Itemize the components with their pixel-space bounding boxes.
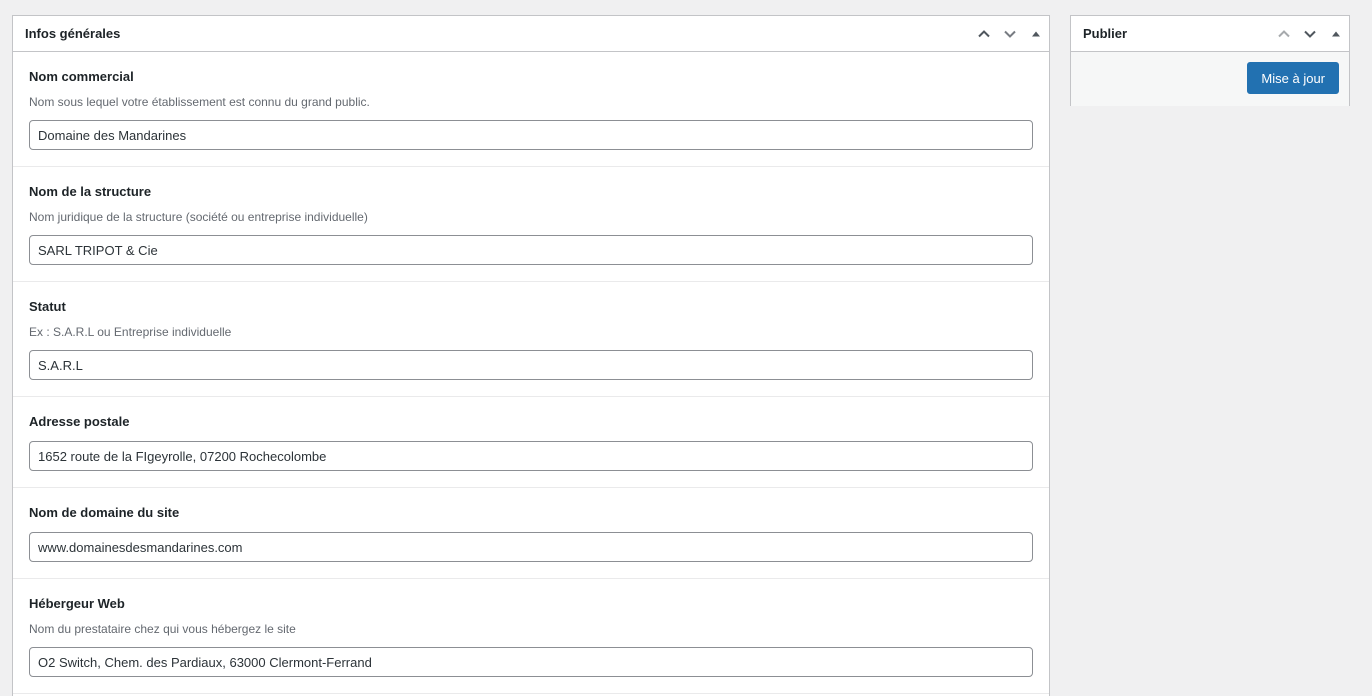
- nom-domaine-input[interactable]: [29, 532, 1033, 562]
- nom-commercial-input[interactable]: [29, 120, 1033, 150]
- infos-generales-metabox: Infos générales Nom commercial Nom sous …: [12, 15, 1050, 696]
- hebergeur-web-input[interactable]: [29, 647, 1033, 677]
- chevron-up-icon: [1278, 29, 1290, 37]
- field-label: Nom commercial: [29, 69, 134, 84]
- field-label: Statut: [29, 299, 66, 314]
- publish-title: Publier: [1083, 26, 1128, 41]
- move-down-button[interactable]: [1297, 16, 1323, 52]
- chevron-down-icon: [1304, 30, 1316, 38]
- field-nom-commercial: Nom commercial Nom sous lequel votre éta…: [13, 52, 1049, 167]
- field-nom-domaine: Nom de domaine du site: [13, 488, 1049, 579]
- toggle-panel-button[interactable]: [1023, 16, 1049, 52]
- metabox-header: Publier: [1071, 16, 1349, 52]
- triangle-up-icon: [1032, 31, 1040, 36]
- field-label: Nom de la structure: [29, 184, 152, 199]
- publish-actions: Mise à jour: [1071, 52, 1349, 106]
- publish-metabox: Publier Mise à jour: [1070, 15, 1350, 106]
- field-label: Adresse postale: [29, 414, 130, 429]
- statut-input[interactable]: [29, 350, 1033, 380]
- metabox-handle-actions: [1271, 16, 1349, 52]
- field-label: Nom de domaine du site: [29, 505, 180, 520]
- field-adresse-postale: Adresse postale: [13, 397, 1049, 488]
- field-description: Nom sous lequel votre établissement est …: [29, 95, 370, 109]
- field-hebergeur-web: Hébergeur Web Nom du prestataire chez qu…: [13, 579, 1049, 694]
- field-nom-structure: Nom de la structure Nom juridique de la …: [13, 167, 1049, 282]
- field-description: Nom du prestataire chez qui vous héberge…: [29, 622, 296, 636]
- move-up-button[interactable]: [1271, 16, 1297, 52]
- edit-screen: Infos générales Nom commercial Nom sous …: [0, 0, 1372, 696]
- chevron-up-icon: [978, 29, 990, 37]
- field-label: Hébergeur Web: [29, 596, 125, 611]
- adresse-postale-input[interactable]: [29, 441, 1033, 471]
- chevron-down-icon: [1004, 30, 1016, 38]
- update-button[interactable]: Mise à jour: [1247, 62, 1339, 94]
- triangle-up-icon: [1332, 31, 1340, 36]
- field-description: Nom juridique de la structure (société o…: [29, 210, 368, 224]
- metabox-header: Infos générales: [13, 16, 1049, 52]
- nom-structure-input[interactable]: [29, 235, 1033, 265]
- toggle-panel-button[interactable]: [1323, 16, 1349, 52]
- field-description: Ex : S.A.R.L ou Entreprise individuelle: [29, 325, 232, 339]
- metabox-handle-actions: [971, 16, 1049, 52]
- field-statut: Statut Ex : S.A.R.L ou Entreprise indivi…: [13, 282, 1049, 397]
- metabox-title: Infos générales: [25, 26, 121, 41]
- move-up-button[interactable]: [971, 16, 997, 52]
- move-down-button[interactable]: [997, 16, 1023, 52]
